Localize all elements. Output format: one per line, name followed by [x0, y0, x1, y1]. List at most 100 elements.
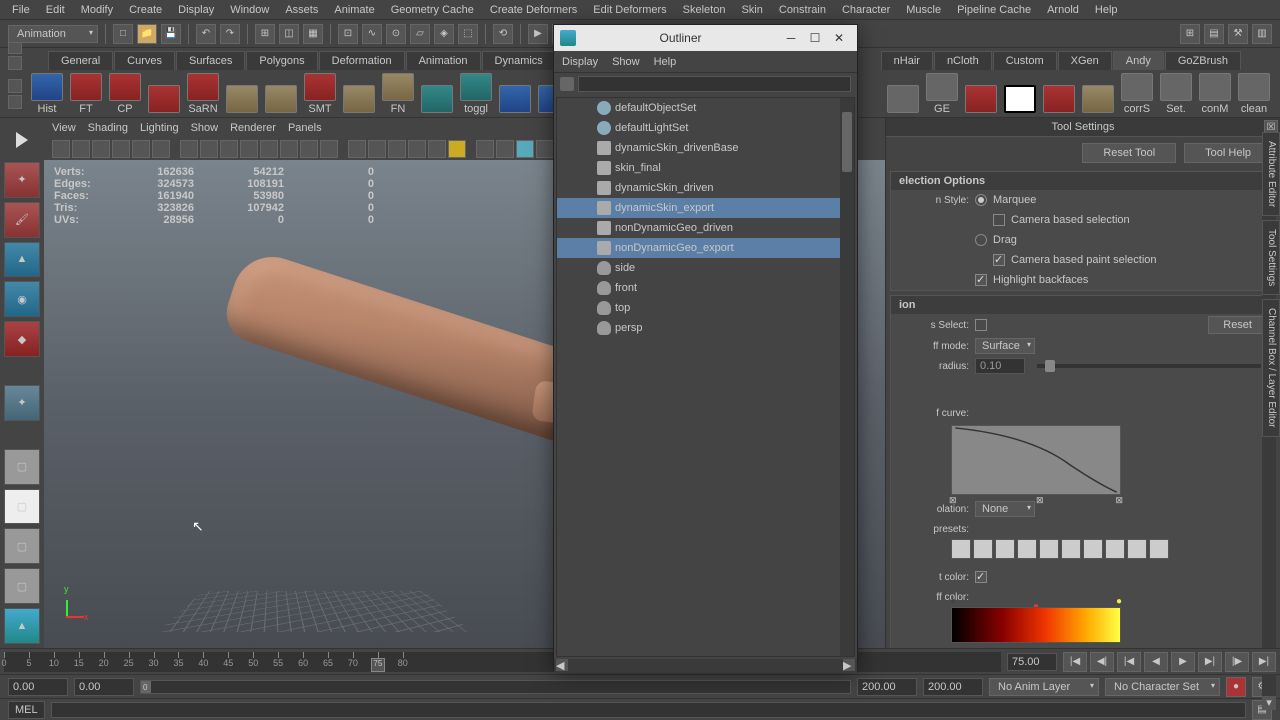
- outliner-item-dynamicSkin_export[interactable]: dynamicSkin_export: [557, 198, 854, 218]
- snap-view-icon[interactable]: ⬚: [458, 24, 478, 44]
- camera-based-paint-check[interactable]: [993, 254, 1005, 266]
- menu-window[interactable]: Window: [222, 2, 277, 18]
- outliner-item-front[interactable]: front: [557, 278, 854, 298]
- outliner-item-persp[interactable]: persp: [557, 318, 854, 338]
- construction-history-icon[interactable]: ⟲: [493, 24, 513, 44]
- snap-curve-icon[interactable]: ∿: [362, 24, 382, 44]
- step-back-button[interactable]: |◀: [1117, 652, 1141, 672]
- menu-create[interactable]: Create: [121, 2, 170, 18]
- outliner-display-menu[interactable]: Display: [562, 56, 598, 68]
- menu-geometry-cache[interactable]: Geometry Cache: [383, 2, 482, 18]
- current-frame-field[interactable]: 75.00: [1007, 653, 1057, 671]
- shelf-tab-deformation[interactable]: Deformation: [319, 51, 405, 70]
- reset-tool-button[interactable]: Reset Tool: [1082, 143, 1176, 163]
- range-track[interactable]: 0: [140, 680, 851, 694]
- preset-3[interactable]: [995, 539, 1015, 559]
- vp-panels-menu[interactable]: Panels: [288, 122, 322, 134]
- select-component-icon[interactable]: ▦: [303, 24, 323, 44]
- shelf-ge[interactable]: GE: [924, 73, 960, 115]
- shelf-tab-polygons[interactable]: Polygons: [246, 51, 317, 70]
- shelf-hist[interactable]: Hist: [29, 73, 65, 115]
- menu-modify[interactable]: Modify: [73, 2, 121, 18]
- menu-edit-deformers[interactable]: Edit Deformers: [585, 2, 674, 18]
- custom-layout-icon[interactable]: ▢: [4, 568, 40, 604]
- play-backwards-button[interactable]: ◀: [1144, 652, 1168, 672]
- outliner-item-dynamicSkin_drivenBase[interactable]: dynamicSkin_drivenBase: [557, 138, 854, 158]
- shelf-btn-3[interactable]: [146, 73, 182, 115]
- attribute-editor-tab[interactable]: Attribute Editor: [1262, 132, 1280, 216]
- vp-in-out-icon[interactable]: [320, 140, 338, 158]
- shelf-tab-nhair[interactable]: nHair: [881, 51, 933, 70]
- shelf-btn-8[interactable]: [341, 73, 377, 115]
- shelf-r-2[interactable]: [963, 73, 999, 115]
- shelf-set[interactable]: Set.: [1158, 73, 1194, 115]
- shelf-smt[interactable]: SMT: [302, 73, 338, 115]
- paint-select-tool-icon[interactable]: 🖌: [4, 202, 40, 238]
- shelf-r-0[interactable]: [885, 73, 921, 115]
- vp-shading-menu[interactable]: Shading: [88, 122, 128, 134]
- preset-1[interactable]: [951, 539, 971, 559]
- preset-8[interactable]: [1105, 539, 1125, 559]
- command-input[interactable]: [51, 702, 1246, 718]
- open-scene-icon[interactable]: 📁: [137, 24, 157, 44]
- vp-xray-joints-icon[interactable]: [496, 140, 514, 158]
- shelf-sarn[interactable]: SaRN: [185, 73, 221, 115]
- s-select-check[interactable]: [975, 319, 987, 331]
- vp-resolution-gate-icon[interactable]: [220, 140, 238, 158]
- close-button[interactable]: ✕: [827, 29, 851, 47]
- radius-slider[interactable]: [1045, 360, 1055, 372]
- menu-skeleton[interactable]: Skeleton: [675, 2, 734, 18]
- menu-skin[interactable]: Skin: [733, 2, 770, 18]
- shelf-tab-gozbrush[interactable]: GoZBrush: [1165, 51, 1241, 70]
- channel-box-tab[interactable]: Channel Box / Layer Editor: [1262, 299, 1280, 437]
- drag-radio[interactable]: [975, 234, 987, 246]
- maximize-button[interactable]: ☐: [803, 29, 827, 47]
- vp-lights-icon[interactable]: [408, 140, 426, 158]
- menu-assets[interactable]: Assets: [277, 2, 326, 18]
- shelf-btn-10[interactable]: [419, 73, 455, 115]
- playback-start-field[interactable]: [74, 678, 134, 696]
- two-pane-icon[interactable]: ▢: [4, 528, 40, 564]
- minimize-button[interactable]: ─: [779, 29, 803, 47]
- shelf-r-4[interactable]: [1041, 73, 1077, 115]
- shelf-clean[interactable]: clean: [1236, 73, 1272, 115]
- shelf-tab-surfaces[interactable]: Surfaces: [176, 51, 245, 70]
- last-tool-icon[interactable]: ✦: [4, 385, 40, 421]
- vp-grease-icon[interactable]: [152, 140, 170, 158]
- range-start-handle[interactable]: 0: [141, 681, 151, 693]
- falloff-curve-editor[interactable]: ⊠ ⊠ ⊠: [951, 425, 1121, 495]
- character-set-dropdown[interactable]: No Character Set: [1105, 678, 1220, 696]
- layout-icon[interactable]: ⊞: [1180, 24, 1200, 44]
- preset-7[interactable]: [1083, 539, 1103, 559]
- tool-settings-tab[interactable]: Tool Settings: [1262, 220, 1280, 295]
- play-forwards-button[interactable]: ▶: [1171, 652, 1195, 672]
- vp-textured-icon[interactable]: [388, 140, 406, 158]
- vp-film-gate-icon[interactable]: [200, 140, 218, 158]
- vp-smooth-shade-icon[interactable]: [368, 140, 386, 158]
- outliner-item-defaultObjectSet[interactable]: defaultObjectSet: [557, 98, 854, 118]
- outliner-item-side[interactable]: side: [557, 258, 854, 278]
- vp-lighting-menu[interactable]: Lighting: [140, 122, 179, 134]
- vp-lock-camera-icon[interactable]: [72, 140, 90, 158]
- vp-2d-pan-icon[interactable]: [132, 140, 150, 158]
- step-forward-button[interactable]: ▶|: [1198, 652, 1222, 672]
- step-forward-key-button[interactable]: |▶: [1225, 652, 1249, 672]
- outliner-h-scrollbar[interactable]: ◀▶: [554, 659, 857, 673]
- menu-pipeline-cache[interactable]: Pipeline Cache: [949, 2, 1039, 18]
- scale-tool-icon[interactable]: ◆: [4, 321, 40, 357]
- shelf-tab-animation[interactable]: Animation: [406, 51, 481, 70]
- camera-based-selection-check[interactable]: [993, 214, 1005, 226]
- tool-settings-icon[interactable]: ⚒: [1228, 24, 1248, 44]
- shelf-editor-toggle[interactable]: [8, 79, 26, 109]
- shelf-tab-ncloth[interactable]: nCloth: [934, 51, 992, 70]
- preset-9[interactable]: [1127, 539, 1147, 559]
- autokey-icon[interactable]: ●: [1226, 677, 1246, 697]
- step-back-key-button[interactable]: ◀|: [1090, 652, 1114, 672]
- vp-isolate-icon[interactable]: [448, 140, 466, 158]
- snap-plane-icon[interactable]: ▱: [410, 24, 430, 44]
- menu-edit[interactable]: Edit: [38, 2, 73, 18]
- outliner-item-skin_final[interactable]: skin_final: [557, 158, 854, 178]
- shelf-cp[interactable]: CP: [107, 73, 143, 115]
- shelf-btn-12[interactable]: [497, 73, 533, 115]
- menu-arnold[interactable]: Arnold: [1039, 2, 1087, 18]
